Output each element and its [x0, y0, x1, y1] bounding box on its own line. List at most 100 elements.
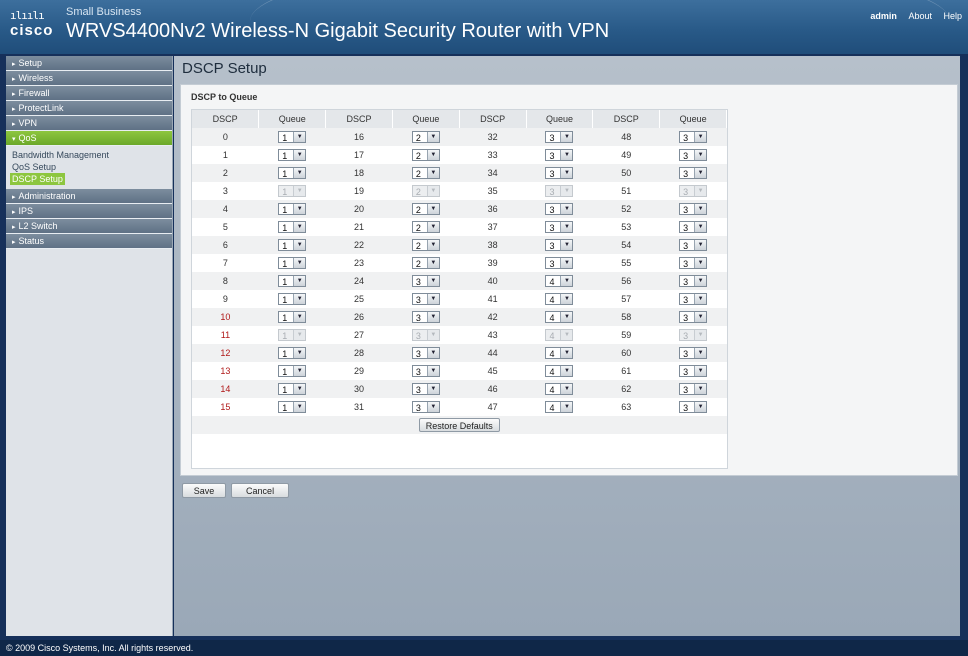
sidebar-item-vpn[interactable]: ▸ VPN [6, 116, 172, 131]
sidebar-item-setup[interactable]: ▸ Setup [6, 56, 172, 71]
queue-select[interactable]: 3 ▼ [411, 401, 440, 413]
save-button[interactable]: Save [182, 483, 226, 498]
queue-select[interactable]: 3 ▼ [411, 383, 440, 395]
dscp-table: DSCP Queue DSCP Queue DSCP Queue DSCP Qu… [192, 110, 727, 434]
dscp-value: 33 [459, 146, 527, 164]
queue-select[interactable]: 3 ▼ [411, 293, 440, 305]
queue-select[interactable]: 3 ▼ [545, 131, 574, 143]
queue-select[interactable]: 1 ▼ [278, 293, 307, 305]
queue-select[interactable]: 3 ▼ [679, 347, 708, 359]
queue-select[interactable]: 3 ▼ [411, 347, 440, 359]
about-link[interactable]: About [908, 11, 932, 21]
queue-select[interactable]: 3 ▼ [679, 239, 708, 251]
queue-select[interactable]: 3 ▼ [679, 149, 708, 161]
queue-select[interactable]: 1 ▼ [278, 257, 307, 269]
restore-row: Restore Defaults [192, 416, 727, 434]
column-header: Queue [258, 110, 327, 128]
queue-select[interactable]: 1 ▼ [278, 239, 307, 251]
queue-select[interactable]: 3 ▼ [679, 131, 708, 143]
queue-value: 2 [415, 223, 421, 233]
dropdown-arrow-icon: ▼ [560, 132, 573, 142]
submenu-item-bandwidth-management[interactable]: Bandwidth Management [6, 149, 172, 161]
submenu-item-dscp-setup[interactable]: DSCP Setup [10, 173, 65, 185]
dropdown-arrow-icon: ▼ [694, 168, 707, 178]
queue-select[interactable]: 3 ▼ [679, 383, 708, 395]
queue-select[interactable]: 2 ▼ [411, 221, 440, 233]
queue-select[interactable]: 2 ▼ [411, 257, 440, 269]
queue-select[interactable]: 4 ▼ [545, 293, 574, 305]
queue-select[interactable]: 3 ▼ [679, 203, 708, 215]
queue-select[interactable]: 4 ▼ [545, 401, 574, 413]
queue-cell: 4 ▼ [526, 398, 593, 416]
queue-value: 1 [282, 259, 288, 269]
queue-select[interactable]: 3 ▼ [545, 149, 574, 161]
queue-select[interactable]: 3 ▼ [545, 239, 574, 251]
dropdown-arrow-icon: ▼ [293, 276, 306, 286]
queue-select[interactable]: 1 ▼ [278, 311, 307, 323]
sidebar-item-l2-switch[interactable]: ▸ L2 Switch [6, 219, 172, 234]
queue-select[interactable]: 3 ▼ [679, 167, 708, 179]
queue-select[interactable]: 1 ▼ [278, 275, 307, 287]
queue-select[interactable]: 2 ▼ [411, 239, 440, 251]
queue-value: 3 [683, 205, 689, 215]
queue-select[interactable]: 2 ▼ [411, 167, 440, 179]
queue-select[interactable]: 2 ▼ [411, 149, 440, 161]
queue-select[interactable]: 1 ▼ [278, 131, 307, 143]
queue-select[interactable]: 1 ▼ [278, 167, 307, 179]
queue-select[interactable]: 3 ▼ [411, 365, 440, 377]
queue-select[interactable]: 1 ▼ [278, 221, 307, 233]
queue-select[interactable]: 4 ▼ [545, 347, 574, 359]
queue-value: 3 [415, 331, 421, 341]
sidebar-item-administration[interactable]: ▸ Administration [6, 189, 172, 204]
queue-cell: 3 ▼ [392, 398, 460, 416]
sidebar-item-firewall[interactable]: ▸ Firewall [6, 86, 172, 101]
queue-select[interactable]: 3 ▼ [679, 365, 708, 377]
queue-select[interactable]: 3 ▼ [545, 167, 574, 179]
dropdown-arrow-icon: ▼ [293, 330, 306, 340]
queue-select[interactable]: 4 ▼ [545, 365, 574, 377]
help-link[interactable]: Help [943, 11, 962, 21]
queue-select[interactable]: 1 ▼ [278, 203, 307, 215]
dropdown-arrow-icon: ▼ [293, 348, 306, 358]
queue-select[interactable]: 1 ▼ [278, 401, 307, 413]
queue-value: 1 [282, 295, 288, 305]
queue-select[interactable]: 1 ▼ [278, 383, 307, 395]
queue-value: 4 [549, 403, 555, 413]
sidebar-item-protectlink[interactable]: ▸ ProtectLink [6, 101, 172, 116]
sidebar-item-wireless[interactable]: ▸ Wireless [6, 71, 172, 86]
queue-select[interactable]: 3 ▼ [679, 293, 708, 305]
user-link[interactable]: admin [870, 11, 897, 21]
dropdown-arrow-icon: ▼ [426, 312, 439, 322]
dscp-value: 22 [325, 236, 393, 254]
restore-defaults-button[interactable]: Restore Defaults [418, 418, 500, 432]
queue-select[interactable]: 3 ▼ [545, 257, 574, 269]
dscp-value: 48 [592, 128, 660, 146]
queue-select[interactable]: 3 ▼ [411, 275, 440, 287]
queue-select[interactable]: 1 ▼ [278, 365, 307, 377]
queue-select[interactable]: 3 ▼ [679, 311, 708, 323]
queue-select[interactable]: 1 ▼ [278, 149, 307, 161]
queue-select[interactable]: 4 ▼ [545, 311, 574, 323]
queue-select[interactable]: 3 ▼ [411, 311, 440, 323]
cancel-button[interactable]: Cancel [231, 483, 290, 498]
queue-value: 3 [683, 331, 689, 341]
sidebar-item-qos[interactable]: ▾ QoS [6, 131, 172, 146]
submenu-item-qos-setup[interactable]: QoS Setup [6, 161, 172, 173]
sidebar-item-ips[interactable]: ▸ IPS [6, 204, 172, 219]
queue-select[interactable]: 3 ▼ [545, 221, 574, 233]
queue-select[interactable]: 4 ▼ [545, 383, 574, 395]
queue-select[interactable]: 3 ▼ [679, 221, 708, 233]
queue-select[interactable]: 3 ▼ [679, 275, 708, 287]
queue-value: 3 [683, 187, 689, 197]
queue-value: 3 [415, 313, 421, 323]
queue-select[interactable]: 3 ▼ [679, 401, 708, 413]
sidebar-item-label: QoS [18, 133, 37, 143]
queue-select[interactable]: 3 ▼ [545, 203, 574, 215]
queue-select[interactable]: 4 ▼ [545, 275, 574, 287]
column-header: Queue [392, 110, 460, 128]
sidebar-item-status[interactable]: ▸ Status [6, 234, 172, 249]
queue-select[interactable]: 3 ▼ [679, 257, 708, 269]
queue-select[interactable]: 2 ▼ [411, 131, 440, 143]
queue-select[interactable]: 2 ▼ [411, 203, 440, 215]
queue-select[interactable]: 1 ▼ [278, 347, 307, 359]
